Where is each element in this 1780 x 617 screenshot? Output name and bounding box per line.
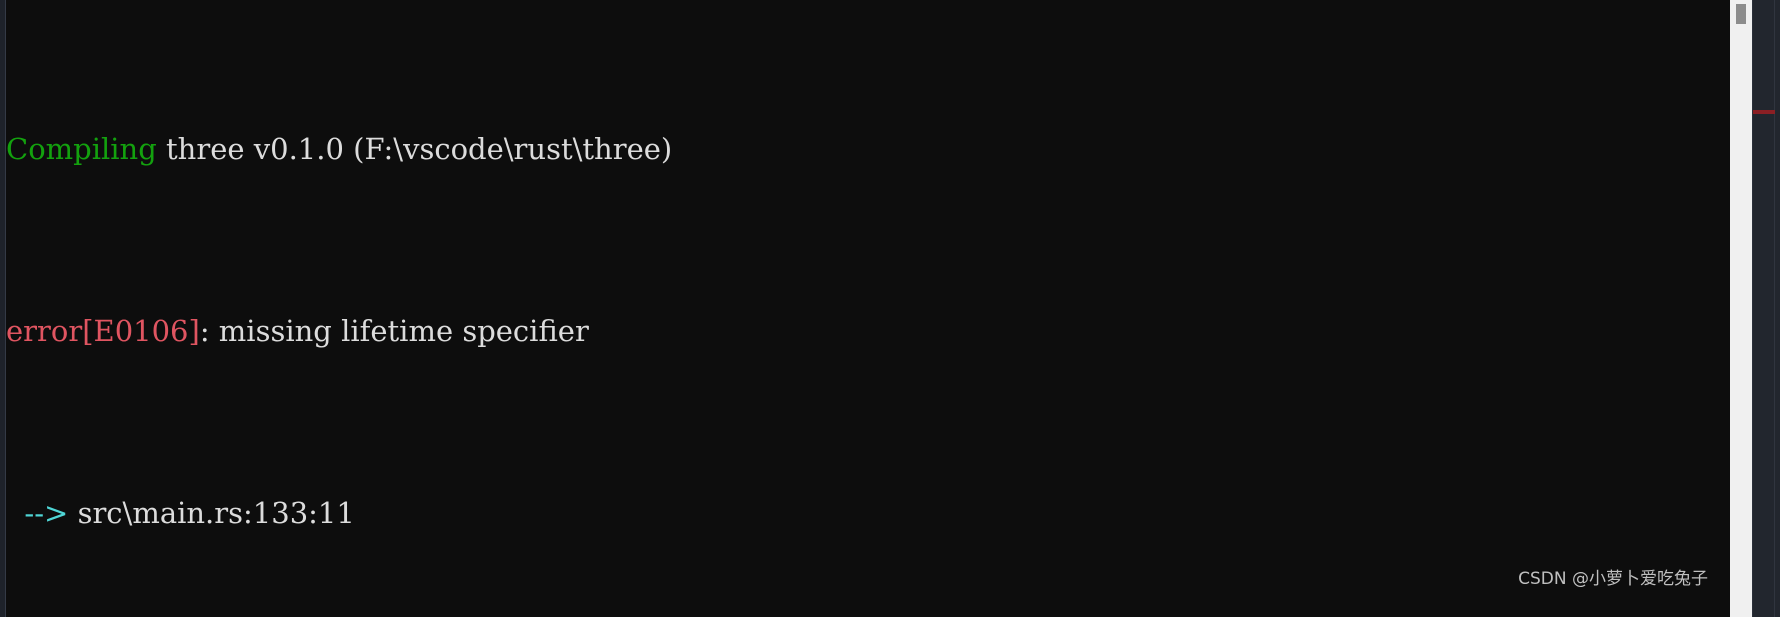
vertical-scrollbar[interactable] — [1730, 0, 1752, 617]
output-line-error-header: error[E0106]: missing lifetime specifier — [6, 309, 1717, 355]
output-line-location[interactable]: --> src\main.rs:133:11 — [6, 491, 1717, 537]
overview-ruler-error-marker[interactable] — [1753, 110, 1775, 114]
output-line-compiling: Compiling three v0.1.0 (F:\vscode\rust\t… — [6, 127, 1717, 173]
arrow-glyph-icon: --> — [6, 495, 78, 530]
scrollbar-thumb[interactable] — [1736, 4, 1746, 24]
error-code: error[E0106] — [6, 313, 200, 348]
compiling-label: Compiling — [6, 131, 157, 166]
csdn-watermark: CSDN @小萝卜爱吃兔子 — [1518, 569, 1708, 589]
overview-ruler-divider — [1774, 0, 1775, 617]
source-location[interactable]: src\main.rs:133:11 — [78, 496, 355, 530]
overview-ruler[interactable] — [1752, 0, 1780, 617]
terminal-window: Compiling three v0.1.0 (F:\vscode\rust\t… — [0, 0, 1780, 617]
compiler-output-pane[interactable]: Compiling three v0.1.0 (F:\vscode\rust\t… — [6, 0, 1717, 617]
compiling-target: three v0.1.0 (F:\vscode\rust\three) — [156, 131, 673, 166]
error-title: : missing lifetime specifier — [199, 313, 589, 348]
